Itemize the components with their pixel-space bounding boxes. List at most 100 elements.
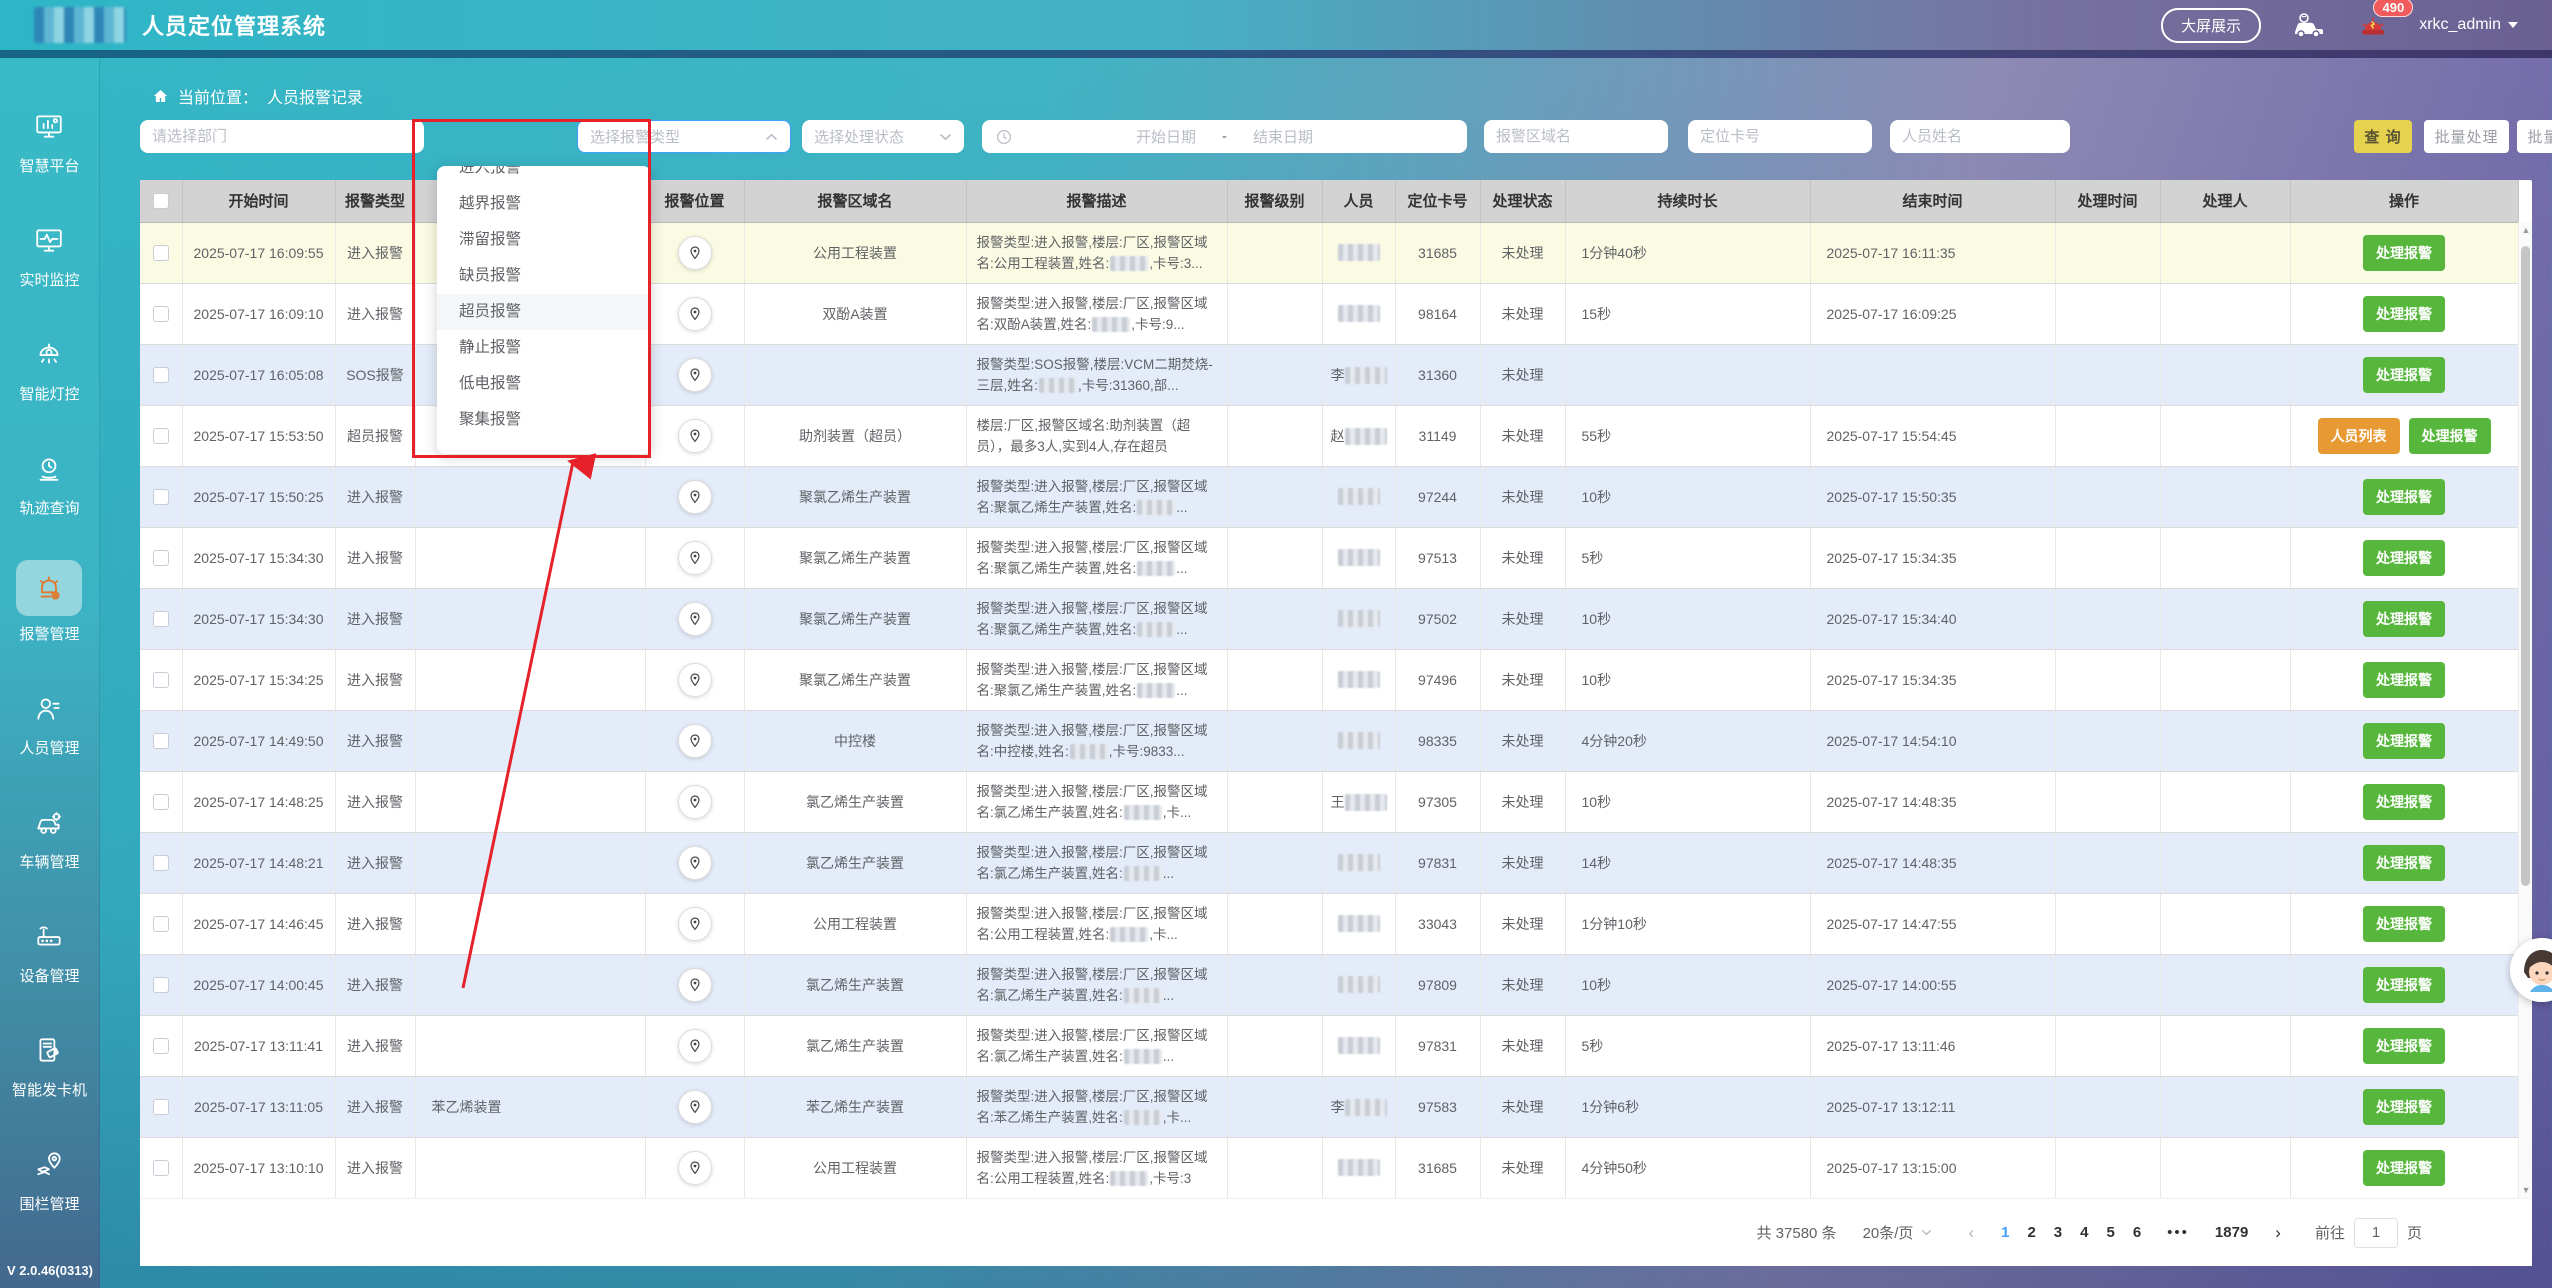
- area-name-field[interactable]: [1484, 120, 1668, 153]
- row-checkbox[interactable]: [153, 977, 169, 993]
- card-number-field[interactable]: [1688, 120, 1872, 153]
- view-location-button[interactable]: [678, 907, 712, 941]
- dropdown-option[interactable]: 滞留报警: [437, 222, 651, 258]
- sidebar-item-monitor[interactable]: 实时监控: [12, 218, 87, 290]
- view-location-button[interactable]: [678, 419, 712, 453]
- handle-alarm-button[interactable]: 处理报警: [2363, 296, 2445, 332]
- sidebar-item-cardmachine[interactable]: 智能发卡机: [12, 1028, 87, 1100]
- page-number-3[interactable]: 3: [2045, 1224, 2071, 1241]
- end-date-placeholder[interactable]: 结束日期: [1253, 126, 1313, 147]
- row-checkbox[interactable]: [153, 1038, 169, 1054]
- sidebar-item-fence[interactable]: 围栏管理: [12, 1142, 87, 1214]
- row-checkbox[interactable]: [153, 916, 169, 932]
- row-checkbox[interactable]: [153, 733, 169, 749]
- row-checkbox[interactable]: [153, 855, 169, 871]
- row-checkbox[interactable]: [153, 367, 169, 383]
- handle-alarm-button[interactable]: 处理报警: [2363, 662, 2445, 698]
- handle-alarm-button[interactable]: 处理报警: [2363, 845, 2445, 881]
- area-name-input[interactable]: [1496, 128, 1656, 145]
- view-location-button[interactable]: [678, 236, 712, 270]
- handle-alarm-button[interactable]: 处理报警: [2363, 1150, 2445, 1186]
- goto-page-input[interactable]: [2354, 1218, 2398, 1248]
- view-location-button[interactable]: [678, 297, 712, 331]
- view-location-button[interactable]: [678, 602, 712, 636]
- query-button[interactable]: 查 询: [2354, 120, 2412, 153]
- handle-alarm-button[interactable]: 处理报警: [2363, 235, 2445, 271]
- view-location-button[interactable]: [678, 1029, 712, 1063]
- scrollbar-thumb[interactable]: [2521, 246, 2530, 886]
- handle-alarm-button[interactable]: 处理报警: [2363, 1028, 2445, 1064]
- dropdown-option[interactable]: 低电报警: [437, 366, 651, 402]
- view-location-button[interactable]: [678, 358, 712, 392]
- date-range-picker[interactable]: 开始日期 - 结束日期: [982, 120, 1467, 153]
- sidebar-item-platform[interactable]: 智慧平台: [12, 104, 87, 176]
- page-number-5[interactable]: 5: [2097, 1224, 2123, 1241]
- handle-alarm-button[interactable]: 处理报警: [2363, 601, 2445, 637]
- last-page-button[interactable]: 1879: [2206, 1224, 2257, 1241]
- row-checkbox[interactable]: [153, 672, 169, 688]
- row-checkbox[interactable]: [153, 550, 169, 566]
- sidebar-item-alarm[interactable]: 报警管理: [12, 560, 87, 644]
- scroll-down-icon[interactable]: ▼: [2519, 1185, 2533, 1195]
- view-location-button[interactable]: [678, 663, 712, 697]
- view-location-button[interactable]: [678, 1151, 712, 1185]
- next-page-button[interactable]: ›: [2265, 1223, 2291, 1243]
- vertical-scrollbar[interactable]: ▲ ▼: [2518, 222, 2532, 1198]
- start-date-placeholder[interactable]: 开始日期: [1136, 126, 1196, 147]
- view-location-button[interactable]: [678, 968, 712, 1002]
- sidebar-item-track[interactable]: 轨迹查询: [12, 446, 87, 518]
- person-name-field[interactable]: [1890, 120, 2070, 153]
- alarm-notifications-icon[interactable]: 490: [2357, 10, 2389, 40]
- dropdown-option[interactable]: 静止报警: [437, 330, 651, 366]
- alarm-type-select[interactable]: 选择报警类型: [577, 120, 791, 153]
- sidebar-item-light[interactable]: 智能灯控: [12, 332, 87, 404]
- dropdown-option[interactable]: 缺员报警: [437, 258, 651, 294]
- prev-page-button[interactable]: ‹: [1958, 1223, 1984, 1243]
- row-checkbox[interactable]: [153, 1099, 169, 1115]
- handle-alarm-button[interactable]: 处理报警: [2363, 723, 2445, 759]
- handle-alarm-button[interactable]: 处理报警: [2363, 540, 2445, 576]
- dropdown-option[interactable]: 越界报警: [437, 186, 651, 222]
- view-location-button[interactable]: [678, 724, 712, 758]
- handle-alarm-button[interactable]: 处理报警: [2363, 1089, 2445, 1125]
- handle-alarm-button[interactable]: 处理报警: [2363, 357, 2445, 393]
- row-checkbox[interactable]: [153, 245, 169, 261]
- select-all-checkbox[interactable]: [153, 193, 169, 209]
- sidebar-item-person[interactable]: 人员管理: [12, 686, 87, 758]
- department-input[interactable]: [152, 128, 412, 145]
- sidebar-item-device[interactable]: 设备管理: [12, 914, 87, 986]
- handle-alarm-button[interactable]: 处理报警: [2363, 906, 2445, 942]
- row-checkbox[interactable]: [153, 428, 169, 444]
- row-checkbox[interactable]: [153, 489, 169, 505]
- view-location-button[interactable]: [678, 541, 712, 575]
- sidebar-item-vehicle[interactable]: 车辆管理: [12, 800, 87, 872]
- view-location-button[interactable]: [678, 480, 712, 514]
- dropdown-option[interactable]: 进入报警: [437, 166, 651, 186]
- row-checkbox[interactable]: [153, 306, 169, 322]
- user-menu[interactable]: xrkc_admin: [2419, 16, 2518, 34]
- page-size-select[interactable]: 20条/页: [1863, 1222, 1933, 1243]
- page-number-2[interactable]: 2: [2018, 1224, 2044, 1241]
- page-number-1[interactable]: 1: [1992, 1224, 2018, 1241]
- page-number-4[interactable]: 4: [2071, 1224, 2097, 1241]
- row-checkbox[interactable]: [153, 1160, 169, 1176]
- dropdown-option[interactable]: 超员报警: [437, 294, 651, 330]
- row-checkbox[interactable]: [153, 611, 169, 627]
- vehicle-monitor-icon[interactable]: [2291, 12, 2327, 38]
- handle-alarm-button[interactable]: 处理报警: [2363, 967, 2445, 1003]
- view-location-button[interactable]: [678, 1090, 712, 1124]
- card-number-input[interactable]: [1700, 128, 1860, 145]
- person-name-input[interactable]: [1902, 128, 2058, 145]
- handle-alarm-button[interactable]: 处理报警: [2409, 418, 2491, 454]
- scroll-up-icon[interactable]: ▲: [2519, 225, 2533, 235]
- page-number-6[interactable]: 6: [2124, 1224, 2150, 1241]
- person-list-button[interactable]: 人员列表: [2318, 418, 2400, 454]
- handle-alarm-button[interactable]: 处理报警: [2363, 479, 2445, 515]
- status-select[interactable]: 选择处理状态: [802, 120, 964, 153]
- batch-delete-button[interactable]: 批量删除: [2517, 120, 2552, 153]
- view-location-button[interactable]: [678, 785, 712, 819]
- batch-process-button[interactable]: 批量处理: [2424, 120, 2509, 153]
- big-screen-button[interactable]: 大屏展示: [2161, 8, 2261, 43]
- dropdown-option[interactable]: 聚集报警: [437, 402, 651, 438]
- handle-alarm-button[interactable]: 处理报警: [2363, 784, 2445, 820]
